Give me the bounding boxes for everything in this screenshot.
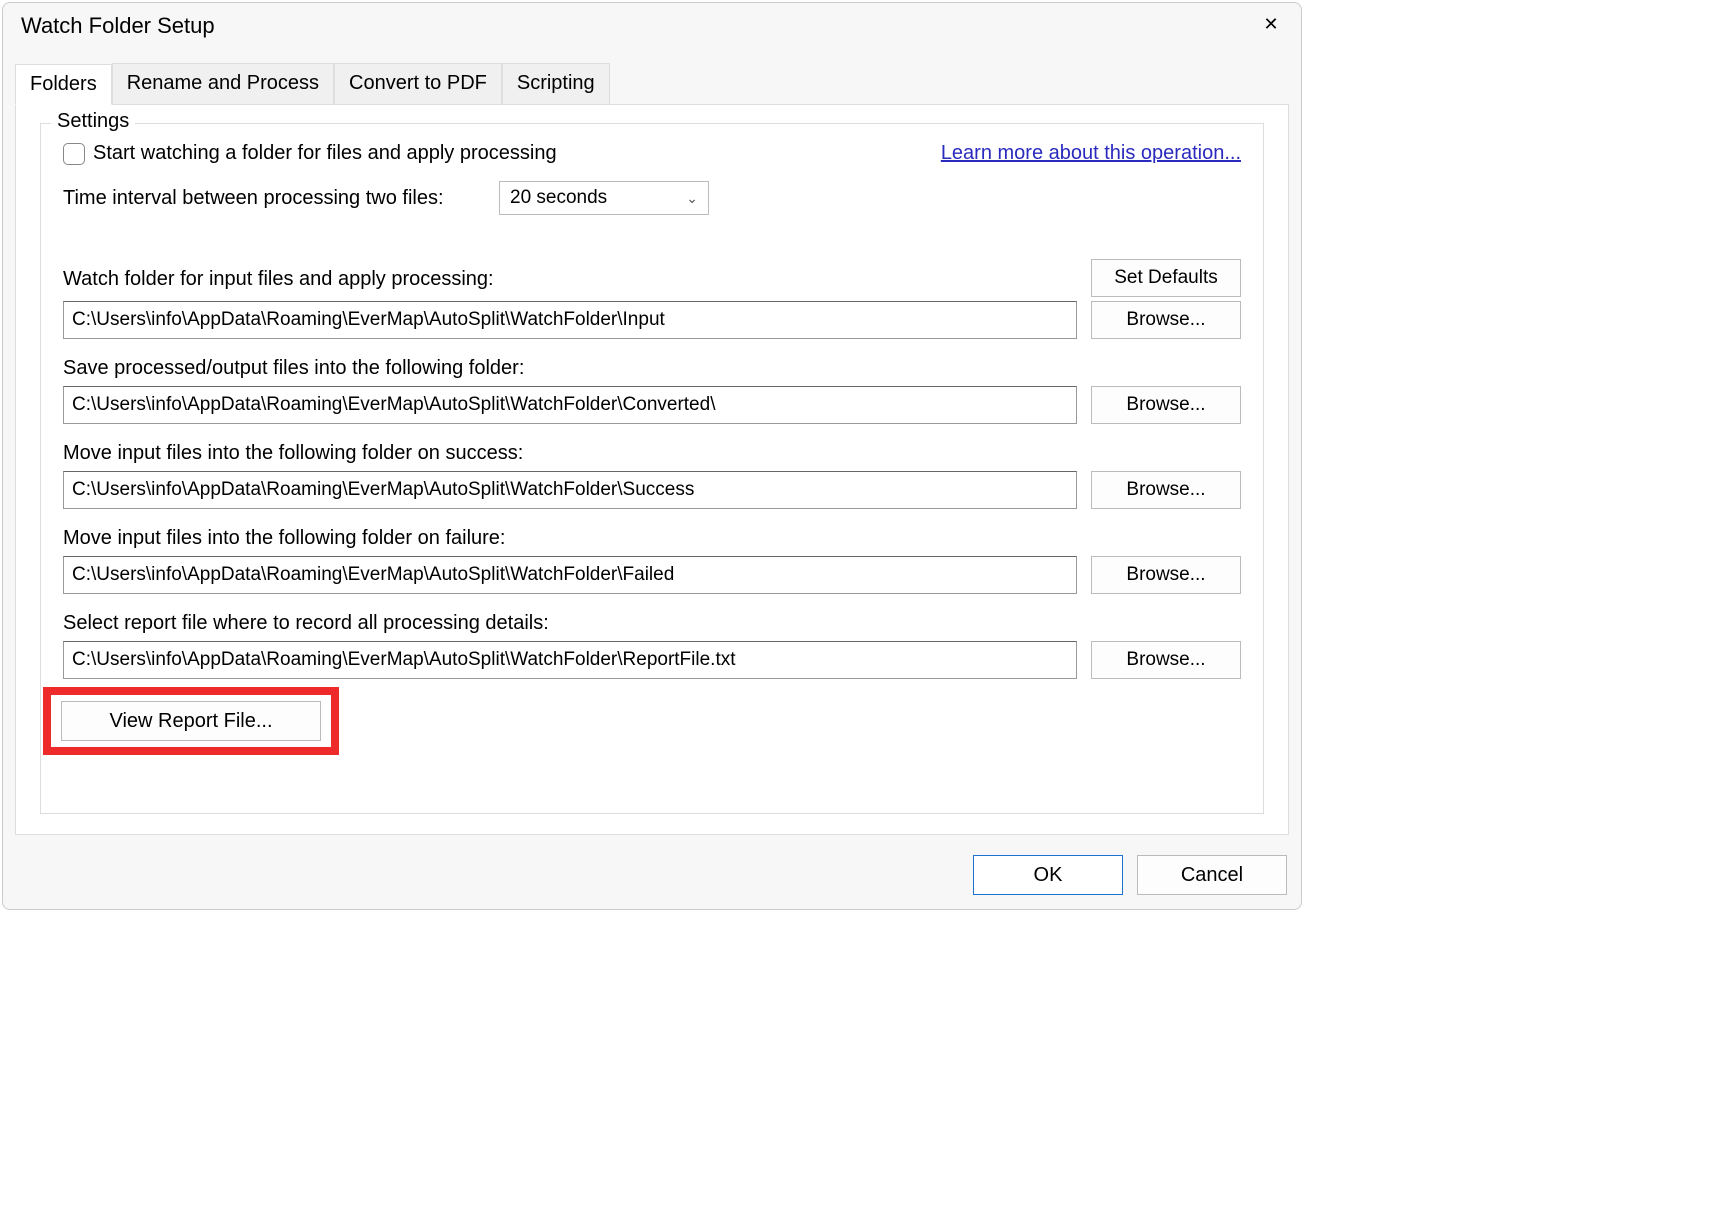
failure-folder-field[interactable] — [63, 556, 1077, 594]
interval-value: 20 seconds — [510, 187, 607, 209]
ok-button[interactable]: OK — [973, 855, 1123, 895]
browse-input-button[interactable]: Browse... — [1091, 301, 1241, 339]
input-folder-field[interactable] — [63, 301, 1077, 339]
success-folder-field[interactable] — [63, 471, 1077, 509]
top-row: Start watching a folder for files and ap… — [63, 142, 1241, 165]
success-folder-label: Move input files into the following fold… — [63, 442, 1241, 465]
failure-folder-row: Browse... — [63, 556, 1241, 594]
view-report-file-button[interactable]: View Report File... — [61, 701, 321, 741]
input-folder-row: Browse... — [63, 301, 1241, 339]
highlight-annotation: View Report File... — [43, 687, 339, 755]
input-folder-label: Watch folder for input files and apply p… — [63, 268, 494, 291]
browse-success-button[interactable]: Browse... — [1091, 471, 1241, 509]
tab-scripting[interactable]: Scripting — [502, 63, 610, 104]
watch-folder-setup-dialog: Watch Folder Setup ✕ Folders Rename and … — [2, 2, 1302, 910]
learn-more-link[interactable]: Learn more about this operation... — [941, 142, 1241, 165]
chevron-down-icon: ⌄ — [686, 190, 698, 207]
start-watching-label: Start watching a folder for files and ap… — [93, 142, 557, 165]
dialog-title: Watch Folder Setup — [21, 13, 215, 39]
close-icon[interactable]: ✕ — [1259, 14, 1283, 38]
failure-folder-label: Move input files into the following fold… — [63, 527, 1241, 550]
browse-failure-button[interactable]: Browse... — [1091, 556, 1241, 594]
tab-convert-to-pdf[interactable]: Convert to PDF — [334, 63, 502, 104]
tabstrip: Folders Rename and Process Convert to PD… — [15, 63, 1289, 105]
highlight-wrap: View Report File... — [43, 685, 1241, 755]
output-folder-label: Save processed/output files into the fol… — [63, 357, 1241, 380]
settings-groupbox: Settings Start watching a folder for fil… — [40, 123, 1264, 814]
interval-row: Time interval between processing two fil… — [63, 181, 1241, 215]
report-file-label: Select report file where to record all p… — [63, 612, 1241, 635]
tab-folders[interactable]: Folders — [15, 64, 112, 105]
start-watching-checkbox[interactable] — [63, 143, 85, 165]
tab-rename-and-process[interactable]: Rename and Process — [112, 63, 334, 104]
set-defaults-button[interactable]: Set Defaults — [1091, 259, 1241, 297]
input-folder-header-row: Watch folder for input files and apply p… — [63, 259, 1241, 297]
browse-output-button[interactable]: Browse... — [1091, 386, 1241, 424]
output-folder-field[interactable] — [63, 386, 1077, 424]
interval-label: Time interval between processing two fil… — [63, 187, 483, 210]
report-file-row: Browse... — [63, 641, 1241, 679]
success-folder-row: Browse... — [63, 471, 1241, 509]
group-legend: Settings — [51, 110, 135, 133]
bottom-bar: OK Cancel — [973, 855, 1287, 895]
output-folder-row: Browse... — [63, 386, 1241, 424]
interval-select[interactable]: 20 seconds ⌄ — [499, 181, 709, 215]
tab-panel-folders: Settings Start watching a folder for fil… — [15, 105, 1289, 835]
start-watching-row: Start watching a folder for files and ap… — [63, 142, 557, 165]
report-file-field[interactable] — [63, 641, 1077, 679]
titlebar: Watch Folder Setup ✕ — [3, 3, 1301, 39]
cancel-button[interactable]: Cancel — [1137, 855, 1287, 895]
browse-report-button[interactable]: Browse... — [1091, 641, 1241, 679]
